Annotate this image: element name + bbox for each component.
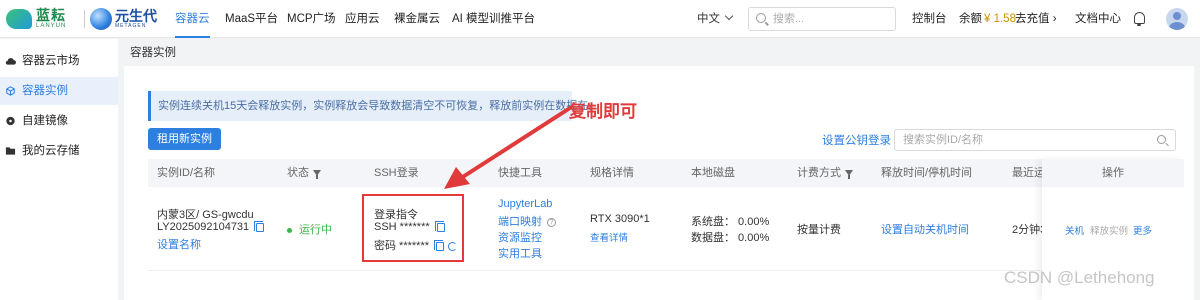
port-mapping-link[interactable]: 端口映射 bbox=[498, 216, 542, 228]
sidebar-item-images[interactable]: 自建镜像 bbox=[0, 107, 118, 135]
shutdown-button[interactable]: 关机 bbox=[1065, 223, 1084, 237]
col-header-id: 实例ID/名称 bbox=[157, 167, 216, 179]
copy-icon[interactable] bbox=[254, 220, 265, 232]
lanyun-logo-cn: 蓝耘 bbox=[36, 7, 66, 23]
avatar[interactable] bbox=[1166, 8, 1188, 30]
search-icon[interactable] bbox=[1157, 135, 1166, 144]
nav-bare-metal[interactable]: 裸金属云 bbox=[394, 0, 440, 38]
global-search-input[interactable] bbox=[773, 11, 891, 27]
lanyun-logo-text: 蓝耘 LANYUN bbox=[36, 8, 66, 29]
metagen-logo-en: METAGEN bbox=[115, 23, 147, 29]
nav-mcp[interactable]: MCP广场 bbox=[287, 0, 336, 38]
nav-maas[interactable]: MaaS平台 bbox=[225, 0, 278, 38]
status-badge: 运行中 bbox=[287, 221, 332, 237]
balance-label: 余额 bbox=[959, 13, 982, 25]
spec-detail-link[interactable]: 查看详情 bbox=[590, 230, 628, 244]
highlight-box bbox=[362, 194, 464, 262]
global-search[interactable] bbox=[748, 7, 896, 31]
release-instance-button[interactable]: 释放实例 bbox=[1090, 223, 1128, 237]
nav-ai-training[interactable]: AI 模型训推平台 bbox=[452, 0, 535, 38]
console-link[interactable]: 控制台 bbox=[912, 0, 947, 38]
sidebar-item-label: 自建镜像 bbox=[22, 115, 68, 127]
annotation-arrow bbox=[444, 106, 572, 189]
cube-icon bbox=[6, 86, 15, 96]
instance-region: 内蒙3区/ GS-gwcdu bbox=[157, 209, 254, 221]
recharge-label: 去充值 bbox=[1015, 13, 1050, 25]
metagen-logo[interactable]: 元生代 METAGEN bbox=[90, 8, 157, 30]
col-header-recent: 最近运 bbox=[1012, 167, 1045, 179]
nav-app-cloud[interactable]: 应用云 bbox=[345, 0, 380, 38]
instance-search[interactable] bbox=[894, 129, 1176, 151]
utility-tools-link[interactable]: 实用工具 bbox=[498, 245, 542, 261]
sidebar-item-storage[interactable]: 我的云存储 bbox=[0, 137, 118, 165]
col-header-billing[interactable]: 计费方式 bbox=[797, 159, 853, 187]
metagen-logo-orb bbox=[90, 8, 112, 30]
status-dot bbox=[287, 227, 292, 233]
col-header-spec: 规格详情 bbox=[590, 167, 634, 179]
top-bar: 蓝耘 LANYUN 元生代 METAGEN 容器云 MaaS平台 MCP广场 应… bbox=[0, 0, 1200, 38]
port-mapping-cell: 端口映射? bbox=[498, 213, 556, 229]
lanyun-logo-en: LANYUN bbox=[36, 23, 67, 29]
col-header-ops: 操作 bbox=[1042, 159, 1184, 187]
watermark: CSDN @Lethehong bbox=[1004, 268, 1155, 287]
more-button[interactable]: 更多 bbox=[1133, 223, 1152, 237]
col-header-ssh: SSH登录 bbox=[374, 167, 419, 179]
language-select[interactable]: 中文 bbox=[697, 0, 734, 38]
status-label: 运行中 bbox=[299, 224, 332, 236]
gpu-spec: RTX 3090*1 bbox=[590, 213, 650, 225]
help-icon[interactable]: ? bbox=[547, 217, 556, 227]
col-header-disk: 本地磁盘 bbox=[691, 167, 735, 179]
sidebar-item-instances[interactable]: 容器实例 bbox=[0, 77, 118, 105]
nav-container-cloud[interactable]: 容器云 bbox=[175, 0, 210, 38]
metagen-logo-text: 元生代 METAGEN bbox=[115, 9, 157, 29]
bell-icon[interactable] bbox=[1134, 12, 1145, 26]
search-icon bbox=[756, 13, 766, 23]
chevron-right-icon: › bbox=[1052, 13, 1057, 25]
recharge-link[interactable]: 去充值 › bbox=[1015, 0, 1057, 38]
data-disk-usage: 数据盘： 0.00% bbox=[691, 232, 770, 244]
rent-instance-button[interactable]: 租用新实例 bbox=[148, 128, 221, 150]
breadcrumb: 容器实例 bbox=[130, 47, 176, 59]
instance-search-input[interactable] bbox=[903, 133, 1153, 147]
instance-id: LY2025092104731 bbox=[157, 221, 250, 233]
filter-icon[interactable] bbox=[845, 170, 853, 180]
cloud-icon bbox=[5, 58, 16, 65]
col-header-release: 释放时间/停机时间 bbox=[881, 167, 973, 179]
metagen-logo-cn: 元生代 bbox=[115, 8, 157, 24]
sidebar-item-label: 容器云市场 bbox=[22, 55, 80, 67]
sidebar: 容器云市场 容器实例 自建镜像 我的云存储 bbox=[0, 39, 118, 300]
sidebar-item-label: 我的云存储 bbox=[22, 145, 80, 157]
col-header-status-label: 状态 bbox=[287, 167, 309, 179]
filter-icon[interactable] bbox=[313, 170, 321, 180]
logo-divider bbox=[84, 10, 85, 28]
sidebar-item-market[interactable]: 容器云市场 bbox=[0, 47, 118, 75]
instance-id-cell: LY2025092104731 bbox=[157, 220, 265, 233]
sidebar-item-label: 容器实例 bbox=[22, 85, 68, 97]
set-name-link[interactable]: 设置名称 bbox=[157, 236, 201, 252]
folder-icon bbox=[5, 147, 16, 155]
lanyun-logo-mark bbox=[6, 8, 32, 29]
system-disk-usage: 系统盘： 0.00% bbox=[691, 216, 770, 228]
col-header-billing-label: 计费方式 bbox=[797, 167, 841, 179]
jupyterlab-link[interactable]: JupyterLab bbox=[498, 198, 552, 210]
disc-icon bbox=[6, 116, 15, 126]
lanyun-logo[interactable]: 蓝耘 LANYUN bbox=[6, 8, 66, 29]
auto-shutdown-link[interactable]: 设置自动关机时间 bbox=[881, 221, 969, 237]
language-label: 中文 bbox=[697, 13, 720, 25]
chevron-down-icon bbox=[724, 11, 734, 21]
billing-mode: 按量计费 bbox=[797, 224, 841, 236]
set-public-key-link[interactable]: 设置公钥登录 bbox=[822, 132, 891, 148]
docs-link[interactable]: 文档中心 bbox=[1075, 0, 1121, 38]
balance-value: ¥ 1.58 bbox=[984, 13, 1016, 25]
resource-monitor-link[interactable]: 资源监控 bbox=[498, 229, 542, 245]
col-header-status[interactable]: 状态 bbox=[287, 159, 321, 187]
